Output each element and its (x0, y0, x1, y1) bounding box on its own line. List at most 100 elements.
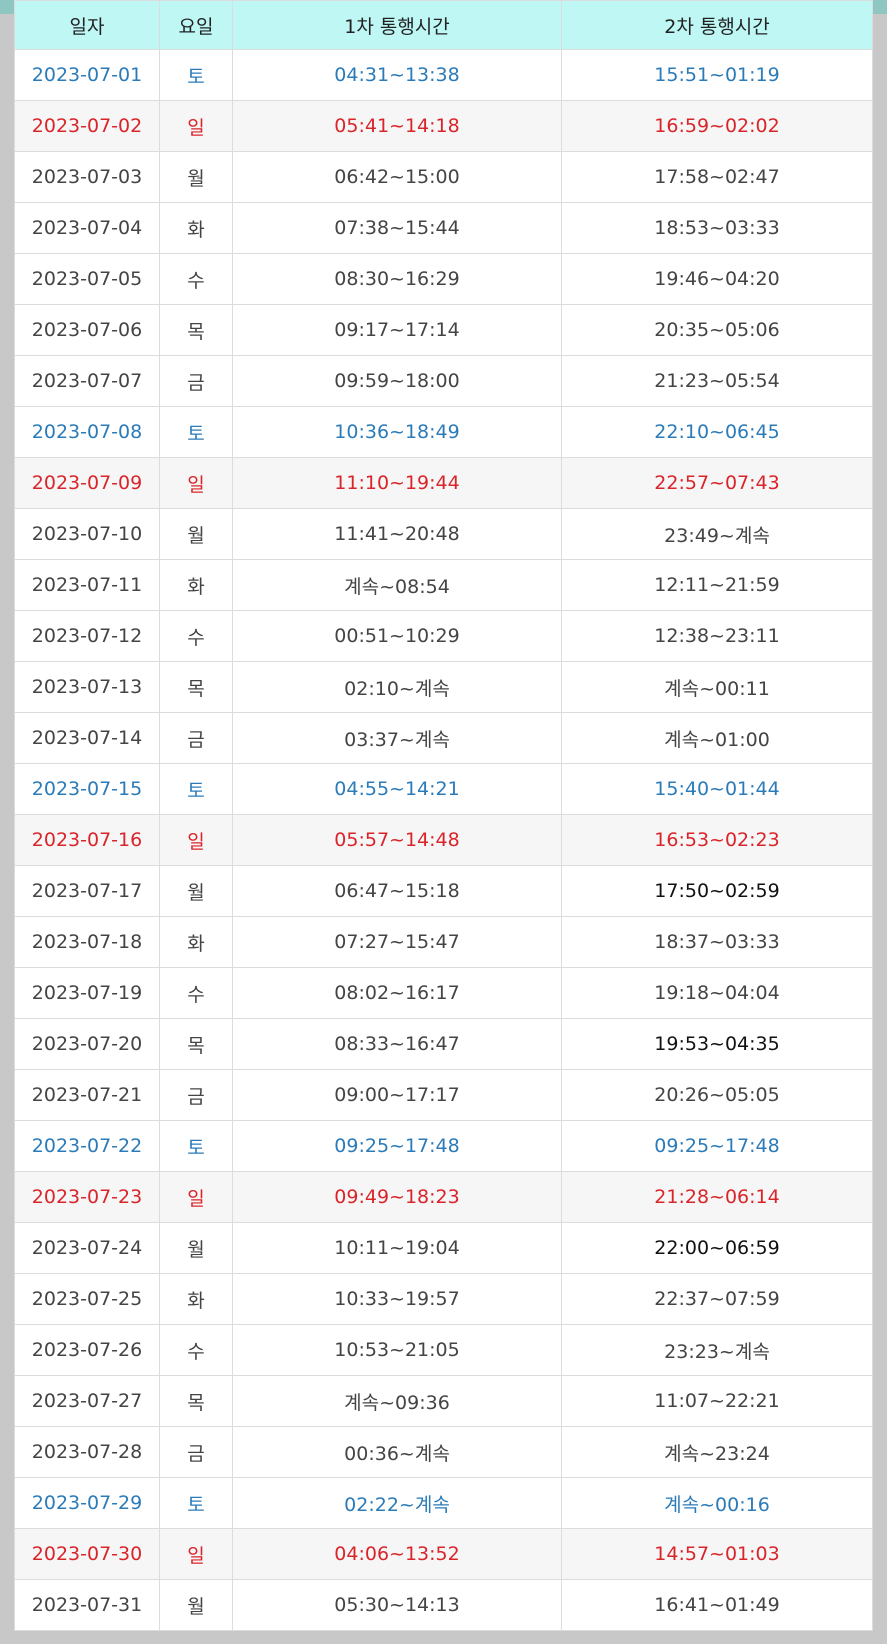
first-window-cell: 05:30~14:13 (232, 1579, 562, 1631)
first-window-cell: 00:51~10:29 (232, 610, 562, 662)
date-cell: 2023-07-23 (14, 1171, 160, 1223)
date-cell: 2023-07-28 (14, 1426, 160, 1478)
weekday-cell: 목 (159, 304, 233, 356)
second-window-cell: 21:23~05:54 (561, 355, 873, 407)
second-window-cell: 14:57~01:03 (561, 1528, 873, 1580)
second-window-cell: 계속~00:16 (561, 1477, 873, 1529)
weekday-cell: 목 (159, 1375, 233, 1427)
table-row: 2023-07-02 일 05:41~14:18 16:59~02:02 (14, 100, 873, 152)
date-cell: 2023-07-02 (14, 100, 160, 152)
date-cell: 2023-07-14 (14, 712, 160, 764)
weekday-cell: 금 (159, 1426, 233, 1478)
table-row: 2023-07-11 화 계속~08:54 12:11~21:59 (14, 559, 873, 611)
date-cell: 2023-07-30 (14, 1528, 160, 1580)
date-cell: 2023-07-09 (14, 457, 160, 509)
weekday-cell: 수 (159, 253, 233, 305)
date-cell: 2023-07-19 (14, 967, 160, 1019)
table-row: 2023-07-29 토 02:22~계속 계속~00:16 (14, 1477, 873, 1529)
table-row: 2023-07-03 월 06:42~15:00 17:58~02:47 (14, 151, 873, 203)
second-window-cell: 16:41~01:49 (561, 1579, 873, 1631)
table-row: 2023-07-18 화 07:27~15:47 18:37~03:33 (14, 916, 873, 968)
first-window-cell: 09:25~17:48 (232, 1120, 562, 1172)
first-window-cell: 03:37~계속 (232, 712, 562, 764)
weekday-cell: 토 (159, 49, 233, 101)
date-cell: 2023-07-18 (14, 916, 160, 968)
page-frame: 일자 요일 1차 통행시간 2차 통행시간 2023-07-01 토 04:31~1… (0, 0, 887, 1644)
table-row: 2023-07-08 토 10:36~18:49 22:10~06:45 (14, 406, 873, 458)
date-cell: 2023-07-17 (14, 865, 160, 917)
first-window-cell: 06:42~15:00 (232, 151, 562, 203)
date-cell: 2023-07-12 (14, 610, 160, 662)
first-window-cell: 05:41~14:18 (232, 100, 562, 152)
date-cell: 2023-07-01 (14, 49, 160, 101)
weekday-cell: 토 (159, 406, 233, 458)
weekday-cell: 금 (159, 355, 233, 407)
weekday-cell: 화 (159, 202, 233, 254)
weekday-cell: 월 (159, 508, 233, 560)
first-window-cell: 04:55~14:21 (232, 763, 562, 815)
first-window-cell: 09:59~18:00 (232, 355, 562, 407)
second-window-cell: 계속~01:00 (561, 712, 873, 764)
second-window-cell: 15:40~01:44 (561, 763, 873, 815)
table-row: 2023-07-05 수 08:30~16:29 19:46~04:20 (14, 253, 873, 305)
second-window-cell: 21:28~06:14 (561, 1171, 873, 1223)
table-row: 2023-07-04 화 07:38~15:44 18:53~03:33 (14, 202, 873, 254)
weekday-cell: 금 (159, 712, 233, 764)
table-row: 2023-07-12 수 00:51~10:29 12:38~23:11 (14, 610, 873, 662)
weekday-cell: 금 (159, 1069, 233, 1121)
table-row: 2023-07-14 금 03:37~계속 계속~01:00 (14, 712, 873, 764)
second-window-cell: 16:59~02:02 (561, 100, 873, 152)
first-window-cell: 계속~08:54 (232, 559, 562, 611)
first-window-cell: 02:10~계속 (232, 661, 562, 713)
date-cell: 2023-07-22 (14, 1120, 160, 1172)
second-window-cell: 12:11~21:59 (561, 559, 873, 611)
second-window-cell: 22:00~06:59 (561, 1222, 873, 1274)
second-window-cell: 20:26~05:05 (561, 1069, 873, 1121)
first-window-cell: 10:53~21:05 (232, 1324, 562, 1376)
table-body: 2023-07-01 토 04:31~13:38 15:51~01:19 2023-07… (14, 49, 873, 1631)
first-window-cell: 09:49~18:23 (232, 1171, 562, 1223)
second-window-cell: 23:23~계속 (561, 1324, 873, 1376)
table-row: 2023-07-21 금 09:00~17:17 20:26~05:05 (14, 1069, 873, 1121)
first-window-cell: 10:33~19:57 (232, 1273, 562, 1325)
table-row: 2023-07-07 금 09:59~18:00 21:23~05:54 (14, 355, 873, 407)
first-window-cell: 09:00~17:17 (232, 1069, 562, 1121)
second-window-cell: 16:53~02:23 (561, 814, 873, 866)
first-window-cell: 11:41~20:48 (232, 508, 562, 560)
weekday-cell: 일 (159, 1528, 233, 1580)
first-window-cell: 04:31~13:38 (232, 49, 562, 101)
second-window-cell: 09:25~17:48 (561, 1120, 873, 1172)
first-window-cell: 08:02~16:17 (232, 967, 562, 1019)
date-cell: 2023-07-08 (14, 406, 160, 458)
second-window-cell: 18:53~03:33 (561, 202, 873, 254)
table-row: 2023-07-28 금 00:36~계속 계속~23:24 (14, 1426, 873, 1478)
second-window-cell: 22:37~07:59 (561, 1273, 873, 1325)
weekday-cell: 일 (159, 457, 233, 509)
weekday-cell: 일 (159, 814, 233, 866)
date-cell: 2023-07-31 (14, 1579, 160, 1631)
weekday-cell: 화 (159, 1273, 233, 1325)
first-window-cell: 08:33~16:47 (232, 1018, 562, 1070)
date-cell: 2023-07-10 (14, 508, 160, 560)
tide-schedule-table: 일자 요일 1차 통행시간 2차 통행시간 2023-07-01 토 04:31~1… (14, 0, 873, 1631)
date-cell: 2023-07-15 (14, 763, 160, 815)
weekday-cell: 일 (159, 100, 233, 152)
first-window-cell: 10:11~19:04 (232, 1222, 562, 1274)
date-cell: 2023-07-11 (14, 559, 160, 611)
second-window-cell: 18:37~03:33 (561, 916, 873, 968)
second-window-cell: 22:10~06:45 (561, 406, 873, 458)
second-window-cell: 23:49~계속 (561, 508, 873, 560)
weekday-cell: 목 (159, 661, 233, 713)
date-cell: 2023-07-13 (14, 661, 160, 713)
header-second-window: 2차 통행시간 (561, 0, 873, 50)
date-cell: 2023-07-26 (14, 1324, 160, 1376)
first-window-cell: 07:38~15:44 (232, 202, 562, 254)
second-window-cell: 20:35~05:06 (561, 304, 873, 356)
header-first-window: 1차 통행시간 (232, 0, 562, 50)
table-row: 2023-07-26 수 10:53~21:05 23:23~계속 (14, 1324, 873, 1376)
date-cell: 2023-07-20 (14, 1018, 160, 1070)
header-date: 일자 (14, 0, 160, 50)
table-row: 2023-07-22 토 09:25~17:48 09:25~17:48 (14, 1120, 873, 1172)
weekday-cell: 화 (159, 559, 233, 611)
second-window-cell: 계속~00:11 (561, 661, 873, 713)
